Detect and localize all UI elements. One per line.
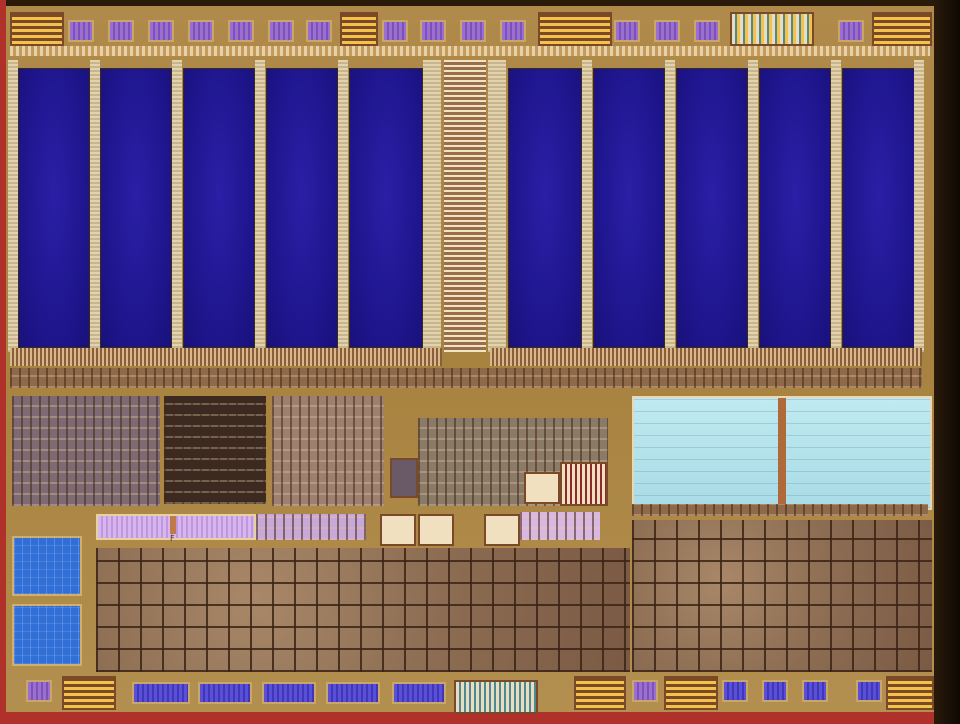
bottom-io-block xyxy=(62,676,116,710)
bond-pad xyxy=(228,20,254,42)
analog-block xyxy=(390,458,418,498)
bond-pad xyxy=(460,20,486,42)
bond-pad xyxy=(856,680,882,702)
array-rail xyxy=(255,60,265,352)
memory-bank xyxy=(183,68,255,348)
die-edge-top xyxy=(0,0,960,6)
analog-block xyxy=(484,514,520,546)
bond-pad xyxy=(108,20,134,42)
bond-pad xyxy=(326,682,380,704)
bond-pad xyxy=(762,680,788,702)
register-divider xyxy=(170,516,176,534)
chip-die: F F xyxy=(0,0,960,724)
logic-cell-array xyxy=(632,520,932,672)
memory-bank xyxy=(18,68,90,348)
bond-pad xyxy=(802,680,828,702)
bond-pad xyxy=(632,680,658,702)
array-rail xyxy=(665,60,675,352)
memory-bank xyxy=(759,68,831,348)
bond-pad xyxy=(654,20,680,42)
top-io-block xyxy=(538,12,612,46)
array-rail xyxy=(582,60,592,352)
bond-pad xyxy=(148,20,174,42)
top-right-io-block xyxy=(872,12,932,46)
logic-block xyxy=(272,396,384,506)
bond-pad xyxy=(268,20,294,42)
top-io-block xyxy=(340,12,378,46)
array-rail xyxy=(488,60,506,352)
bottom-right-io-block xyxy=(886,676,934,710)
array-rail xyxy=(423,60,441,352)
memory-bank xyxy=(100,68,172,348)
sram-divider xyxy=(778,398,786,504)
die-edge-left xyxy=(0,0,6,724)
logic-block xyxy=(520,512,600,540)
bottom-io-block xyxy=(454,680,538,714)
blue-memory-block xyxy=(12,536,82,596)
logic-block xyxy=(12,396,160,506)
register-label: F xyxy=(170,534,175,543)
bond-pad xyxy=(392,682,446,704)
analog-block xyxy=(380,514,416,546)
top-io-ring xyxy=(10,46,930,56)
bond-pad xyxy=(420,20,446,42)
center-row-decoder xyxy=(444,60,486,352)
bond-pad xyxy=(694,20,720,42)
bond-pad xyxy=(722,680,748,702)
logic-block xyxy=(164,396,266,504)
memory-bank xyxy=(349,68,423,348)
bottom-io-block xyxy=(664,676,718,710)
analog-block xyxy=(524,472,560,504)
bond-pad xyxy=(306,20,332,42)
blue-memory-block xyxy=(12,604,82,666)
top-left-io-block xyxy=(10,12,64,46)
array-rail xyxy=(172,60,182,352)
array-rail xyxy=(338,60,348,352)
bond-pad xyxy=(68,20,94,42)
die-edge-right xyxy=(934,0,960,724)
bond-pad xyxy=(382,20,408,42)
memory-bank xyxy=(676,68,748,348)
array-rail xyxy=(8,60,18,352)
sense-amp-strip xyxy=(490,348,922,366)
bond-pad xyxy=(838,20,864,42)
array-rail xyxy=(748,60,758,352)
register-file xyxy=(96,514,256,540)
logic-block xyxy=(256,514,366,540)
bond-pad xyxy=(262,682,316,704)
bond-pad xyxy=(198,682,252,704)
logic-cell-array xyxy=(96,548,630,672)
bond-pad xyxy=(132,682,190,704)
array-rail xyxy=(831,60,841,352)
analog-block xyxy=(418,514,454,546)
sram-macro: F xyxy=(632,396,932,513)
bond-pad xyxy=(614,20,640,42)
bottom-io-block xyxy=(574,676,626,710)
sense-amp-strip xyxy=(10,348,442,366)
analog-block xyxy=(560,462,608,506)
bond-pad xyxy=(188,20,214,42)
array-driver-row xyxy=(10,368,922,388)
memory-bank xyxy=(593,68,665,348)
bond-pad xyxy=(500,20,526,42)
array-rail xyxy=(90,60,100,352)
memory-bank xyxy=(842,68,916,348)
array-rail xyxy=(914,60,924,352)
bond-pad xyxy=(26,680,52,702)
top-io-block xyxy=(730,12,814,46)
sram-io-row xyxy=(632,504,928,516)
memory-bank xyxy=(266,68,338,348)
memory-bank xyxy=(508,68,582,348)
